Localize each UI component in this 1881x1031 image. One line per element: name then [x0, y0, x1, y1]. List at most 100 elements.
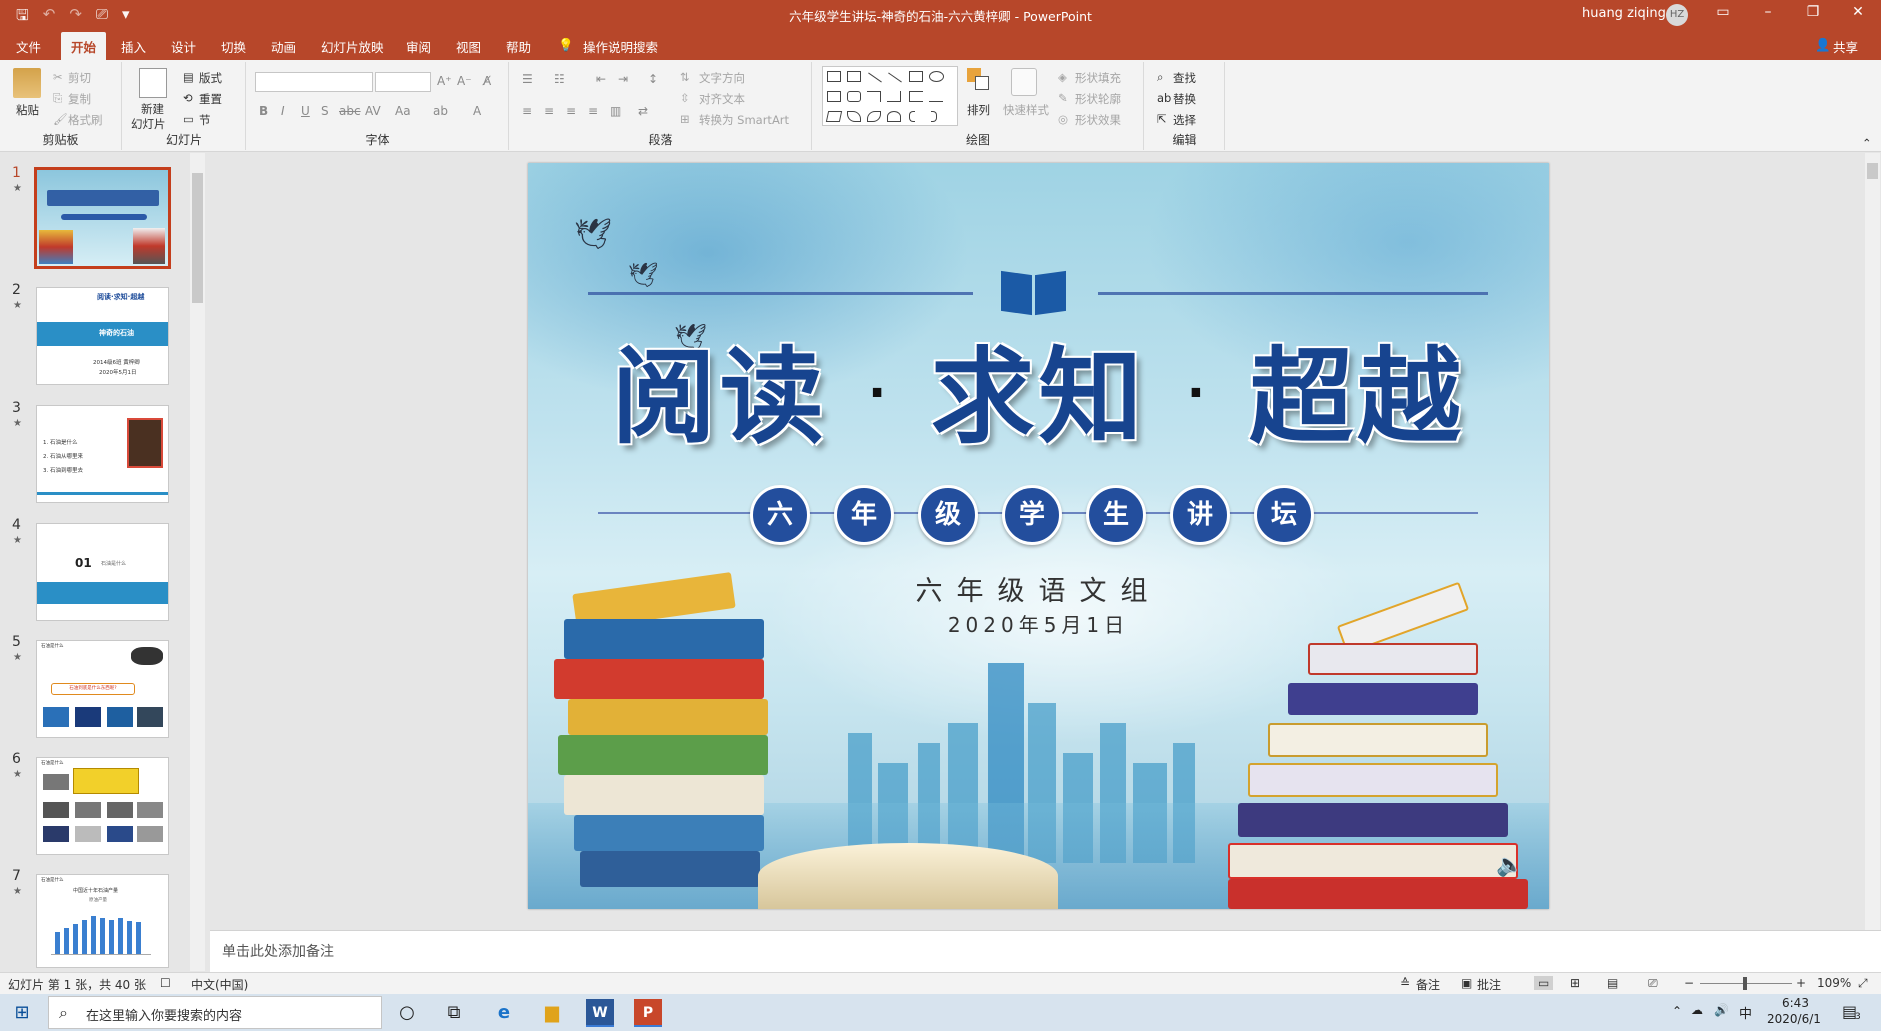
rect2-shape-icon[interactable] — [827, 91, 841, 102]
thumbnail-slide-1[interactable] — [34, 167, 171, 269]
tab-slideshow[interactable]: 幻灯片放映 — [321, 37, 384, 56]
curve-shape-icon[interactable] — [867, 111, 881, 122]
scrollbar-thumb[interactable] — [192, 173, 203, 303]
left-brace-shape-icon[interactable] — [909, 111, 915, 122]
tab-design[interactable]: 设计 — [171, 37, 196, 56]
connector-shape-icon[interactable] — [867, 91, 881, 102]
editor-scrollbar[interactable] — [1865, 153, 1880, 930]
underline-icon[interactable]: U — [301, 104, 310, 118]
tab-transitions[interactable]: 切换 — [221, 37, 246, 56]
select-button[interactable]: 选择 — [1173, 112, 1196, 128]
powerpoint-icon[interactable]: P — [634, 999, 662, 1027]
slide-sorter-icon[interactable]: ⊞ — [1570, 976, 1580, 990]
clock-date[interactable]: 2020/6/1 — [1767, 1012, 1821, 1026]
tab-animations[interactable]: 动画 — [271, 37, 296, 56]
align-text-button[interactable]: 对齐文本 — [699, 91, 745, 107]
cut-button[interactable]: 剪切 — [68, 70, 91, 86]
current-slide[interactable]: 🕊 🕊 🕊 阅读 · 求知 · 超越 六 年 级 学 生 讲 坛 六年级语文组 … — [528, 163, 1549, 909]
highlight-icon[interactable]: ab — [433, 104, 448, 118]
minimize-icon[interactable]: – — [1753, 4, 1783, 20]
ribbon-display-icon[interactable]: ▭ — [1708, 4, 1738, 20]
notes-placeholder[interactable]: 单击此处添加备注 — [222, 941, 334, 961]
paste-button[interactable]: 粘贴 — [16, 102, 39, 118]
vertical-textbox-shape-icon[interactable] — [847, 71, 861, 82]
find-button[interactable]: 查找 — [1173, 70, 1196, 86]
scrollbar-thumb[interactable] — [1867, 163, 1878, 179]
fit-slide-icon[interactable]: ⤢ — [1858, 976, 1868, 991]
task-view-icon[interactable]: ⧉ — [440, 999, 468, 1027]
new-slide-icon[interactable] — [139, 68, 167, 98]
reset-button[interactable]: 重置 — [199, 91, 222, 107]
tab-file[interactable]: 文件 — [16, 37, 41, 56]
tell-me-search[interactable]: 操作说明搜索 — [583, 37, 658, 56]
italic-icon[interactable]: I — [281, 104, 285, 118]
font-family-combo[interactable] — [255, 72, 373, 92]
section-button[interactable]: 节 — [199, 112, 211, 128]
shape-effects-button[interactable]: 形状效果 — [1075, 112, 1121, 128]
tab-review[interactable]: 审阅 — [406, 37, 431, 56]
shape-fill-button[interactable]: 形状填充 — [1075, 70, 1121, 86]
collapse-ribbon-icon[interactable]: ⌃ — [1862, 136, 1872, 150]
zoom-level[interactable]: 109% — [1817, 976, 1851, 990]
thumbnail-slide-5[interactable]: 石油是什么 石油到底是什么东西呢? — [36, 640, 169, 738]
bullets-icon[interactable]: ☰ — [522, 72, 533, 86]
columns-icon[interactable]: ▥ — [610, 104, 621, 118]
font-color-icon[interactable]: A — [473, 104, 481, 118]
char-spacing-icon[interactable]: AV — [365, 104, 381, 118]
paragraph-direction-icon[interactable]: ⇄ — [638, 104, 648, 118]
slideshow-view-icon[interactable]: ⎚ — [1648, 976, 1658, 991]
tray-chevron-icon[interactable]: ⌃ — [1672, 1004, 1682, 1018]
notes-pane[interactable]: 单击此处添加备注 — [210, 930, 1881, 972]
thumbnail-slide-6[interactable]: 石油是什么 — [36, 757, 169, 855]
ime-indicator[interactable]: 中 — [1739, 1003, 1752, 1022]
reading-view-icon[interactable]: ▤ — [1607, 976, 1618, 990]
thumbnails-scrollbar[interactable] — [190, 153, 205, 971]
increase-font-icon[interactable]: A⁺ — [437, 74, 452, 88]
zoom-in-icon[interactable]: + — [1796, 976, 1806, 990]
change-case-icon[interactable]: Aa — [395, 104, 411, 118]
file-explorer-icon[interactable]: ▆ — [538, 999, 566, 1027]
copy-button[interactable]: 复制 — [68, 91, 91, 107]
line-shape-icon[interactable] — [868, 72, 882, 83]
cortana-icon[interactable]: ○ — [393, 999, 421, 1027]
tab-home[interactable]: 开始 — [61, 32, 107, 60]
avatar[interactable]: HZ — [1666, 4, 1688, 26]
taskbar-search-placeholder[interactable]: 在这里输入你要搜索的内容 — [86, 1005, 242, 1024]
shapes-gallery[interactable] — [822, 66, 958, 126]
notes-toggle[interactable]: 备注 — [1416, 976, 1440, 993]
thumbnail-slide-7[interactable]: 石油是什么 中国近十年石油产量 原油产量 — [36, 874, 169, 968]
language-indicator[interactable]: 中文(中国) — [191, 976, 248, 993]
edge-icon[interactable]: e — [490, 999, 518, 1027]
line-spacing-icon[interactable]: ↕ — [648, 72, 658, 86]
onedrive-icon[interactable]: ☁ — [1691, 1003, 1703, 1017]
format-painter-button[interactable]: 格式刷 — [68, 112, 103, 128]
bold-icon[interactable]: B — [259, 104, 268, 118]
right-brace-shape-icon[interactable] — [931, 111, 937, 122]
parallelogram-shape-icon[interactable] — [825, 111, 843, 122]
align-left-icon[interactable]: ≡ — [522, 104, 532, 118]
zoom-out-icon[interactable]: − — [1684, 976, 1694, 990]
replace-button[interactable]: 替换 — [1173, 91, 1196, 107]
accessibility-icon[interactable]: ☐ — [160, 976, 171, 990]
oval-shape-icon[interactable] — [929, 71, 944, 82]
comments-toggle[interactable]: 批注 — [1477, 976, 1501, 993]
word-icon[interactable]: W — [586, 999, 614, 1027]
thumbnail-slide-4[interactable]: 01 石油是什么 — [36, 523, 169, 621]
convert-smartart-button[interactable]: 转换为 SmartArt — [699, 112, 789, 128]
shadow-icon[interactable]: S — [321, 104, 329, 118]
arrange-button[interactable]: 排列 — [967, 102, 990, 118]
justify-icon[interactable]: ≡ — [588, 104, 598, 118]
arrow-down-shape-icon[interactable] — [929, 91, 943, 102]
arc-shape-icon[interactable] — [887, 111, 901, 122]
strikethrough-icon[interactable]: abc — [339, 104, 361, 118]
user-name[interactable]: huang ziqing — [1582, 6, 1666, 21]
quick-styles-icon[interactable] — [1011, 68, 1037, 96]
align-center-icon[interactable]: ≡ — [544, 104, 554, 118]
windows-start-icon[interactable]: ⊞ — [8, 999, 36, 1027]
rectangle-shape-icon[interactable] — [909, 71, 923, 82]
rounded-rect-shape-icon[interactable] — [847, 91, 861, 102]
decrease-indent-icon[interactable]: ⇤ — [596, 72, 606, 86]
arrange-icon[interactable] — [967, 68, 991, 98]
volume-icon[interactable]: 🔊 — [1714, 1003, 1729, 1017]
decrease-font-icon[interactable]: A⁻ — [457, 74, 472, 88]
